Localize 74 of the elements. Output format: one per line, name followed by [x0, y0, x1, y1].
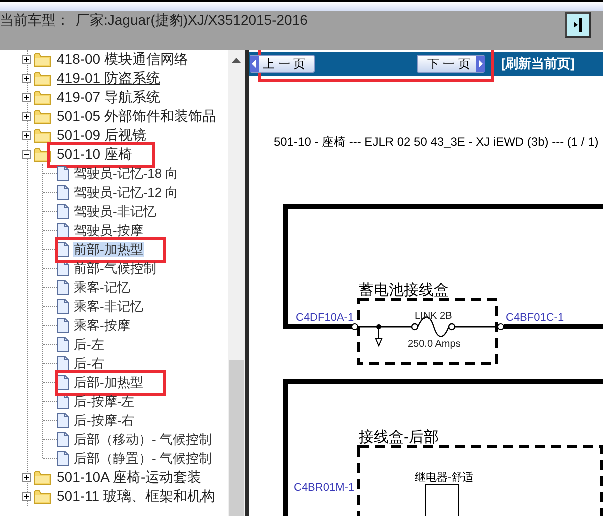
folder-icon	[34, 470, 51, 484]
document-icon	[57, 242, 69, 257]
folder-icon	[34, 110, 51, 124]
folder-icon	[34, 490, 51, 504]
tree-item[interactable]: 乘客-非记忆	[73, 298, 144, 314]
arrow-bar-icon	[573, 18, 583, 32]
document-icon	[57, 451, 69, 466]
document-icon	[57, 185, 69, 200]
pin-label: C4BF01C-1	[506, 312, 564, 324]
folder-icon	[34, 72, 51, 86]
document-icon	[57, 413, 69, 428]
tree-item[interactable]: 501-09 后视镜	[56, 126, 148, 142]
tree-item[interactable]: 501-10A 座椅-运动套装	[56, 468, 203, 484]
expand-icon[interactable]	[22, 74, 31, 83]
expand-icon[interactable]	[22, 112, 31, 121]
fuse-label: LINK 2B	[415, 311, 452, 322]
document-icon	[57, 166, 69, 181]
tree-item[interactable]: 后部-加热型	[73, 374, 144, 390]
scrollbar-thumb[interactable]	[229, 360, 244, 516]
folder-icon	[34, 52, 51, 66]
vehicle-value: 厂家:Jaguar(捷豹)XJ/X3512015-2016	[76, 12, 308, 28]
tree-item[interactable]: 419-01 防盗系统	[56, 70, 162, 86]
document-icon	[57, 432, 69, 447]
document-icon	[57, 318, 69, 333]
document-icon	[57, 337, 69, 352]
tree-item[interactable]: 后部（移动）- 气候控制	[73, 432, 213, 446]
tree-item[interactable]: 驾驶员-记忆-18 向	[73, 166, 180, 180]
diagram-title: 501-10 - 座椅 --- EJLR 02 50 43_3E - XJ iEWD (3b) --- (1 / 1)	[274, 134, 600, 150]
tree-item[interactable]: 418-00 模块通信网络	[56, 50, 190, 66]
relay-label: 继电器-舒适	[415, 472, 474, 484]
tree-item[interactable]: 驾驶员-非记忆	[73, 204, 158, 218]
tree-item[interactable]: 后-按摩-左	[73, 394, 136, 408]
tree-item[interactable]: 后部（静置）- 气候控制	[73, 450, 213, 466]
tree-item[interactable]: 乘客-按摩	[73, 318, 132, 332]
tree-item[interactable]: 501-05 外部饰件和装饰品	[56, 108, 218, 124]
junction-box-title: 接线盒-后部	[359, 429, 439, 446]
tree-item[interactable]: 501-10 座椅	[56, 146, 134, 162]
folder-icon	[34, 128, 51, 142]
expand-icon[interactable]	[22, 55, 31, 64]
document-icon	[57, 356, 69, 371]
relay-symbol	[426, 484, 460, 516]
document-icon	[57, 375, 69, 390]
refresh-page-link[interactable]: [刷新当前页]	[501, 54, 576, 74]
previous-page-button[interactable]: 上 一 页	[250, 55, 315, 73]
tree-item[interactable]: 驾驶员-记忆-12 向	[73, 184, 180, 200]
toggle-panel-button[interactable]	[565, 12, 591, 38]
tree-item[interactable]: 419-07 导航系统	[56, 88, 162, 104]
fuse-rating: 250.0 Amps	[408, 339, 461, 350]
folder-icon	[34, 90, 51, 104]
expand-icon[interactable]	[22, 93, 31, 102]
tree-item[interactable]: 后-右	[73, 356, 106, 370]
expand-icon[interactable]	[22, 473, 31, 482]
document-icon	[57, 204, 69, 219]
vehicle-label: 当前车型：	[0, 12, 70, 28]
pin-label: C4DF10A-1	[296, 312, 354, 324]
tree-item[interactable]: 后-按摩-右	[73, 412, 136, 428]
pin-label: C4BR01M-1	[294, 482, 355, 494]
next-page-button[interactable]: 下 一 页	[416, 55, 486, 73]
ground-symbol	[376, 324, 383, 346]
expand-icon[interactable]	[22, 131, 31, 140]
tree-item[interactable]: 后-左	[73, 336, 106, 352]
connector-pin	[352, 324, 358, 330]
scroll-up-icon	[232, 58, 241, 63]
tree-item[interactable]: 驾驶员-按摩	[73, 222, 144, 238]
expand-icon[interactable]	[22, 492, 31, 501]
document-icon	[57, 223, 69, 238]
junction-box-title: 蓄电池接线盒	[359, 282, 449, 299]
document-icon	[57, 299, 69, 314]
tree-item[interactable]: 前部-加热型	[73, 242, 144, 256]
document-icon	[57, 280, 69, 295]
collapse-icon[interactable]	[22, 150, 31, 159]
tree-item[interactable]: 501-11 玻璃、框架和机构	[56, 488, 216, 504]
tree-item[interactable]: 乘客-记忆	[73, 280, 132, 294]
tree-item[interactable]: 前部-气候控制	[73, 260, 158, 276]
